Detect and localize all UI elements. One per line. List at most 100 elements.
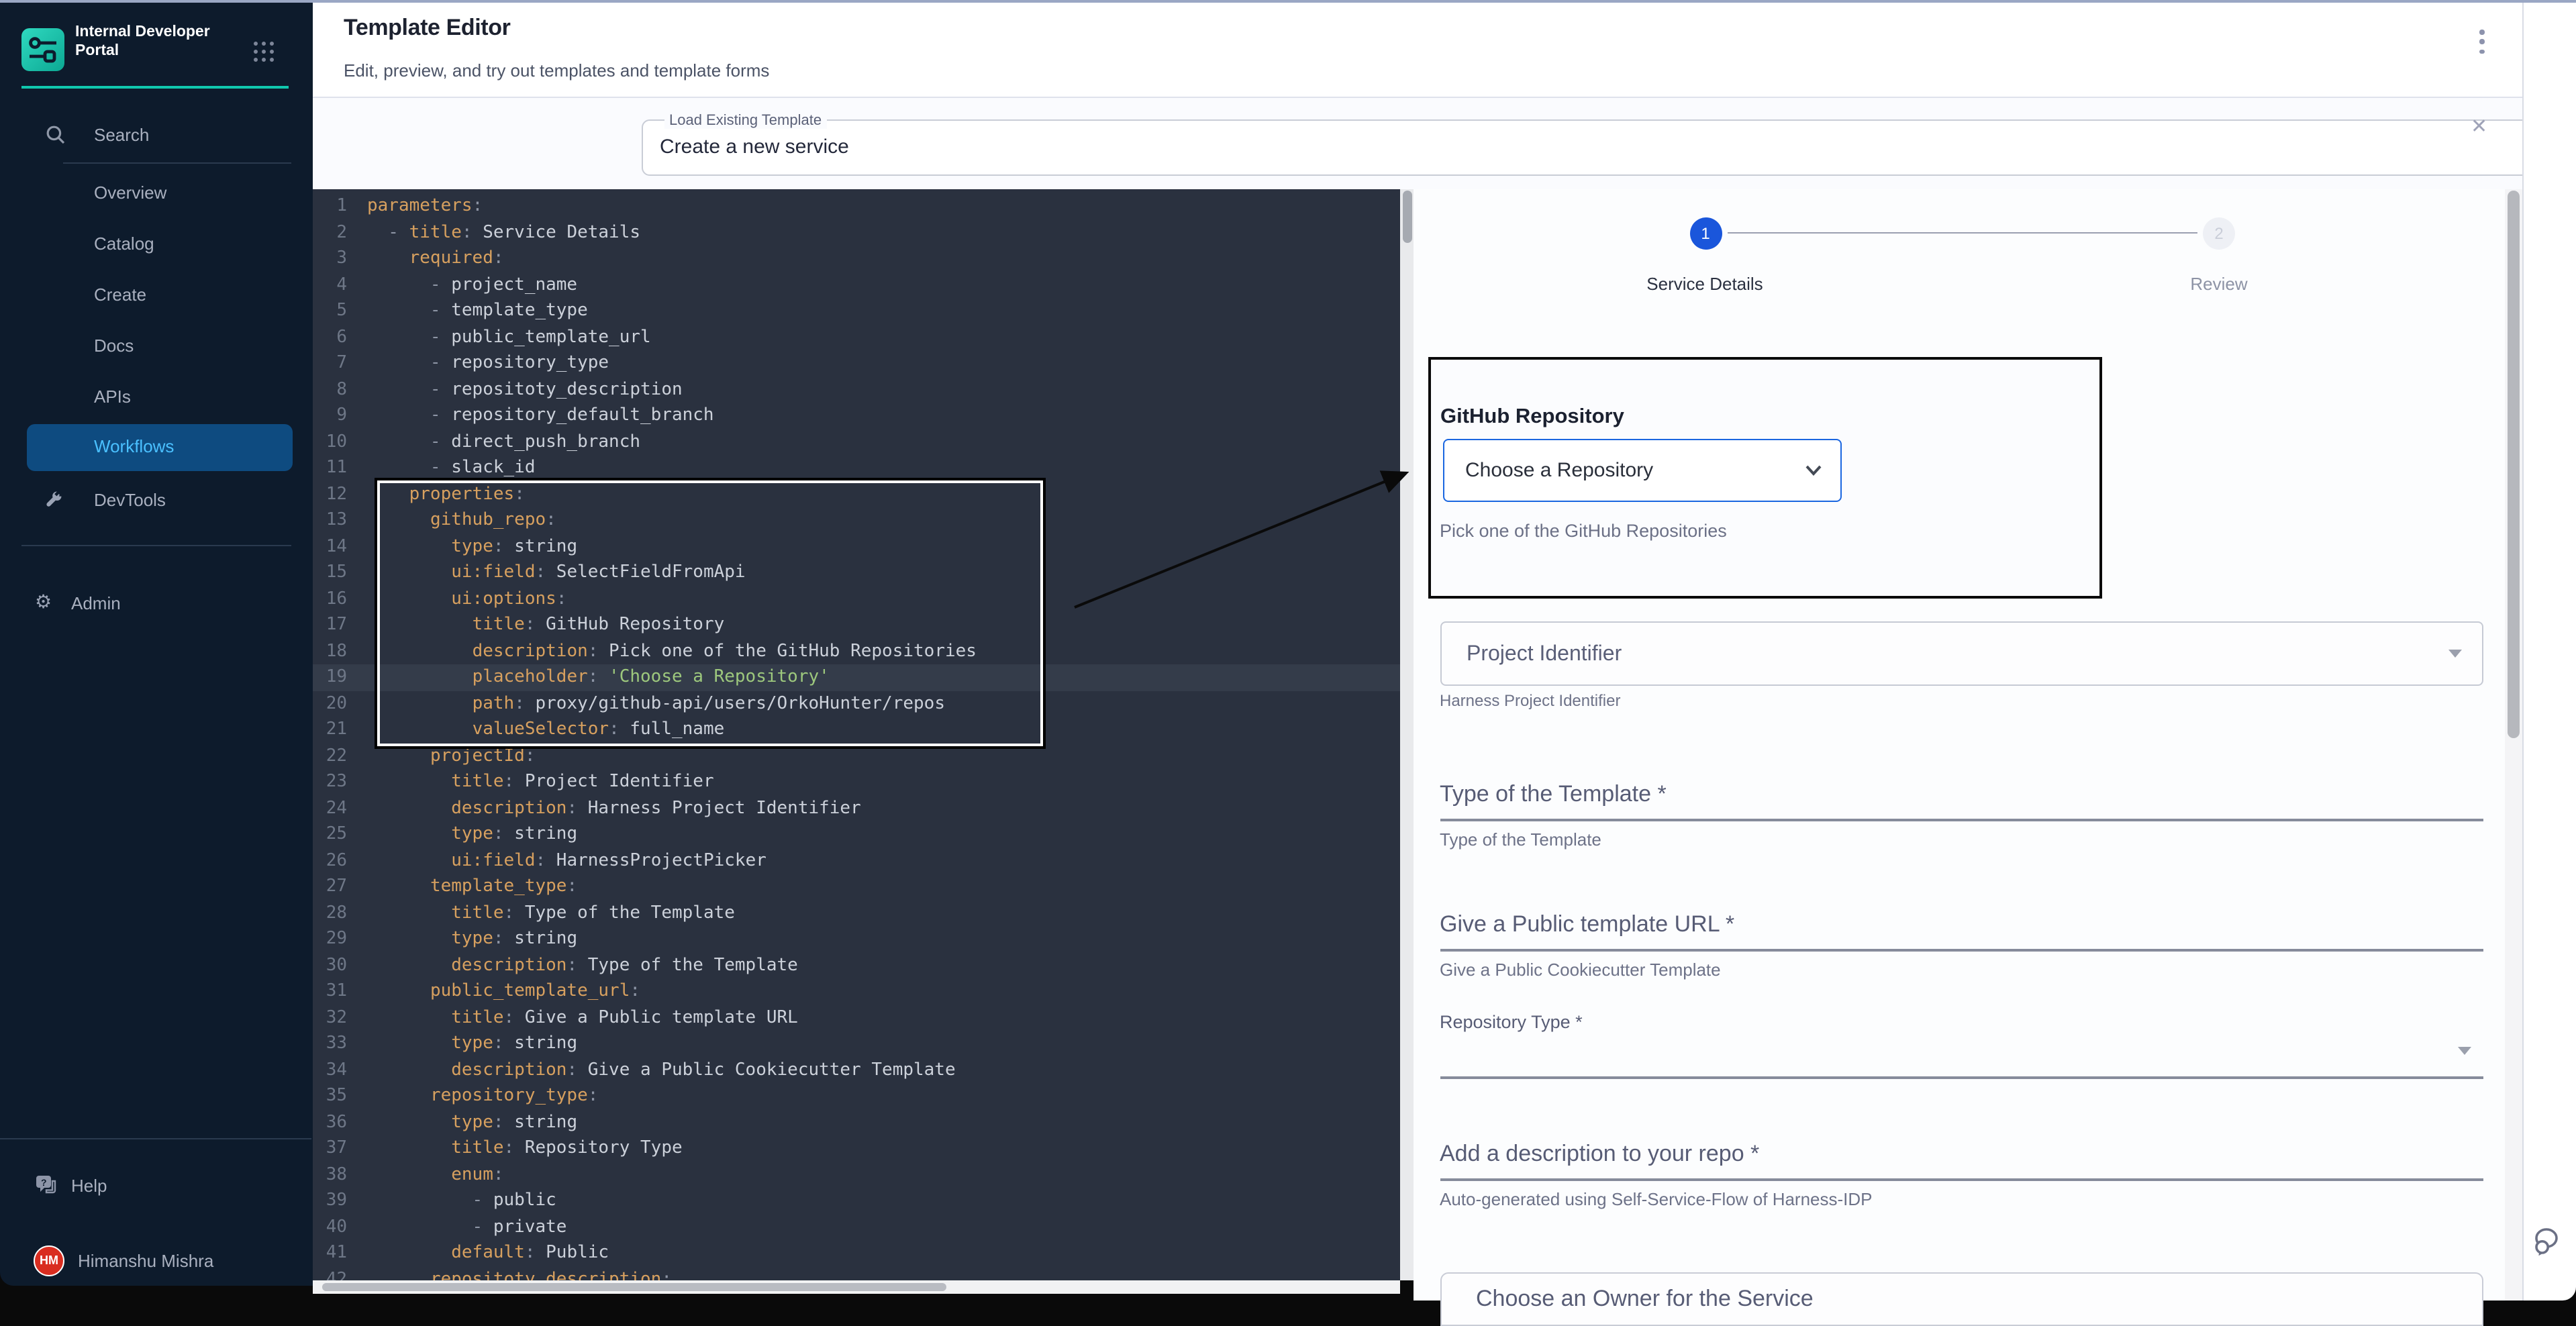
template-type-field[interactable]: Type of the Template * Type of the Templ… [1440, 781, 2483, 849]
sidebar-item-apis[interactable]: APIs [0, 376, 311, 416]
sidebar: Internal Developer Portal Search Overvie… [0, 3, 312, 1286]
sidebar-divider [21, 545, 291, 546]
sidebar-item-search[interactable]: Search [0, 114, 311, 154]
sidebar-item-devtools[interactable]: DevTools [0, 479, 311, 519]
stepper-label-service-details: Service Details [1597, 274, 1812, 294]
code-line: 13 github_repo: [312, 507, 1400, 533]
help-chat-icon: ? [35, 1174, 58, 1196]
code-line: 3 required: [312, 246, 1400, 272]
dropdown-arrow-icon [2448, 649, 2461, 657]
code-line: 41 default: Public [312, 1240, 1400, 1266]
github-repository-value: Choose a Repository [1465, 459, 1653, 482]
wrench-icon [44, 490, 64, 510]
code-line: 25 type: string [312, 821, 1400, 848]
sidebar-item-label: DevTools [94, 489, 166, 509]
sidebar-item-create[interactable]: Create [0, 274, 311, 314]
github-repository-label: GitHub Repository [1440, 405, 1624, 429]
owner-select[interactable]: Choose an Owner for the Service [1440, 1272, 2483, 1326]
form-panel-scrollbar-thumb[interactable] [2507, 191, 2519, 738]
code-line: 16 ui:options: [312, 586, 1400, 612]
load-template-panel: Load Existing Template Create a new serv… [312, 97, 2522, 189]
editor-horizontal-scrollbar-thumb[interactable] [322, 1283, 946, 1291]
avatar: HM [34, 1245, 64, 1276]
code-line: 39 - public [312, 1188, 1400, 1214]
public-template-url-helper: Give a Public Cookiecutter Template [1440, 959, 2483, 979]
editor-vertical-scrollbar-thumb[interactable] [1402, 191, 1411, 243]
chat-bubbles-icon[interactable] [2533, 1225, 2568, 1258]
field-underline [1440, 819, 2483, 821]
sidebar-item-admin[interactable]: ⚙ Admin [0, 582, 311, 623]
sidebar-item-workflows[interactable]: Workflows [27, 424, 293, 471]
sidebar-item-help[interactable]: ? Help [0, 1165, 311, 1205]
code-line: 11 - slack_id [312, 455, 1400, 481]
avatar-initials: HM [40, 1254, 58, 1267]
code-line: 19 placeholder: 'Choose a Repository' [312, 664, 1400, 691]
sidebar-item-label: Create [94, 284, 146, 304]
page-subtitle: Edit, preview, and try out templates and… [344, 60, 769, 81]
sidebar-accent-divider [21, 85, 289, 88]
repo-description-helper: Auto-generated using Self-Service-Flow o… [1440, 1188, 2483, 1209]
code-line: 38 enum: [312, 1162, 1400, 1188]
load-template-value: Create a new service [660, 136, 849, 158]
code-line: 7 - repository_type [312, 350, 1400, 376]
sidebar-item-docs[interactable]: Docs [0, 325, 311, 365]
code-line: 27 template_type: [312, 874, 1400, 900]
sidebar-item-label: Catalog [94, 233, 154, 253]
repository-type-field[interactable]: Repository Type * [1440, 1012, 2483, 1078]
code-line: 12 properties: [312, 481, 1400, 507]
load-template-select[interactable]: Load Existing Template Create a new serv… [641, 119, 2576, 176]
code-line: 8 - repositoty_description [312, 376, 1400, 403]
idp-logo[interactable] [21, 28, 64, 71]
code-line: 14 type: string [312, 533, 1400, 560]
code-line: 21 valueSelector: full_name [312, 717, 1400, 743]
public-template-url-field[interactable]: Give a Public template URL * Give a Publ… [1440, 911, 2483, 979]
repo-description-field[interactable]: Add a description to your repo * Auto-ge… [1440, 1141, 2483, 1209]
stepper-step-2[interactable]: 2 [2203, 217, 2235, 249]
kebab-menu-icon[interactable] [2473, 30, 2491, 54]
code-line: 22 projectId: [312, 743, 1400, 769]
code-line: 5 - template_type [312, 298, 1400, 324]
code-line: 26 ui:field: HarnessProjectPicker [312, 848, 1400, 874]
repository-type-label: Repository Type * [1440, 1012, 2483, 1032]
sidebar-item-overview[interactable]: Overview [0, 172, 311, 212]
svg-text:?: ? [41, 1177, 47, 1188]
template-type-label: Type of the Template * [1440, 781, 2483, 808]
code-line: 31 public_template_url: [312, 978, 1400, 1005]
search-icon [46, 125, 66, 145]
code-line: 36 type: string [312, 1109, 1400, 1135]
stepper-step-1[interactable]: 1 [1689, 217, 1722, 249]
sidebar-user[interactable]: HM Himanshu Mishra [0, 1240, 311, 1280]
owner-label: Choose an Owner for the Service [1476, 1286, 1814, 1313]
step-number: 1 [1701, 223, 1710, 242]
user-name: Himanshu Mishra [78, 1250, 213, 1270]
field-underline [1440, 1178, 2483, 1180]
code-line: 15 ui:field: SelectFieldFromApi [312, 560, 1400, 586]
load-template-label: Load Existing Template [664, 113, 827, 129]
code-line: 37 title: Repository Type [312, 1135, 1400, 1162]
github-repository-select[interactable]: Choose a Repository [1442, 439, 1841, 502]
yaml-code-editor[interactable]: 1parameters:2 - title: Service Details3 … [312, 189, 1400, 1280]
gear-icon: ⚙ [35, 591, 52, 613]
field-underline [1440, 1076, 2483, 1078]
app-grid-icon[interactable] [254, 42, 275, 63]
sidebar-item-label: APIs [94, 386, 131, 406]
sidebar-item-label: Workflows [94, 436, 174, 456]
dropdown-arrow-icon [2457, 1047, 2471, 1055]
step-number: 2 [2214, 223, 2223, 242]
page-title: Template Editor [344, 15, 510, 42]
code-line: 33 type: string [312, 1031, 1400, 1057]
clear-template-button[interactable]: ✕ [2471, 113, 2487, 138]
github-repository-helper: Pick one of the GitHub Repositories [1440, 521, 1727, 541]
sidebar-item-catalog[interactable]: Catalog [0, 223, 311, 263]
repo-description-label: Add a description to your repo * [1440, 1141, 2483, 1168]
editor-vertical-scrollbar[interactable] [1400, 189, 1414, 1280]
code-line: 40 - private [312, 1214, 1400, 1240]
code-line: 9 - repository_default_branch [312, 403, 1400, 429]
sidebar-divider [63, 162, 291, 164]
portal-title: Internal Developer Portal [75, 24, 223, 60]
code-line: 35 repository_type: [312, 1083, 1400, 1109]
field-underline [1440, 949, 2483, 951]
project-identifier-select[interactable]: Project Identifier [1440, 621, 2483, 686]
project-identifier-value: Project Identifier [1467, 642, 1622, 666]
code-line: 42 repositoty_description: [312, 1266, 1400, 1280]
